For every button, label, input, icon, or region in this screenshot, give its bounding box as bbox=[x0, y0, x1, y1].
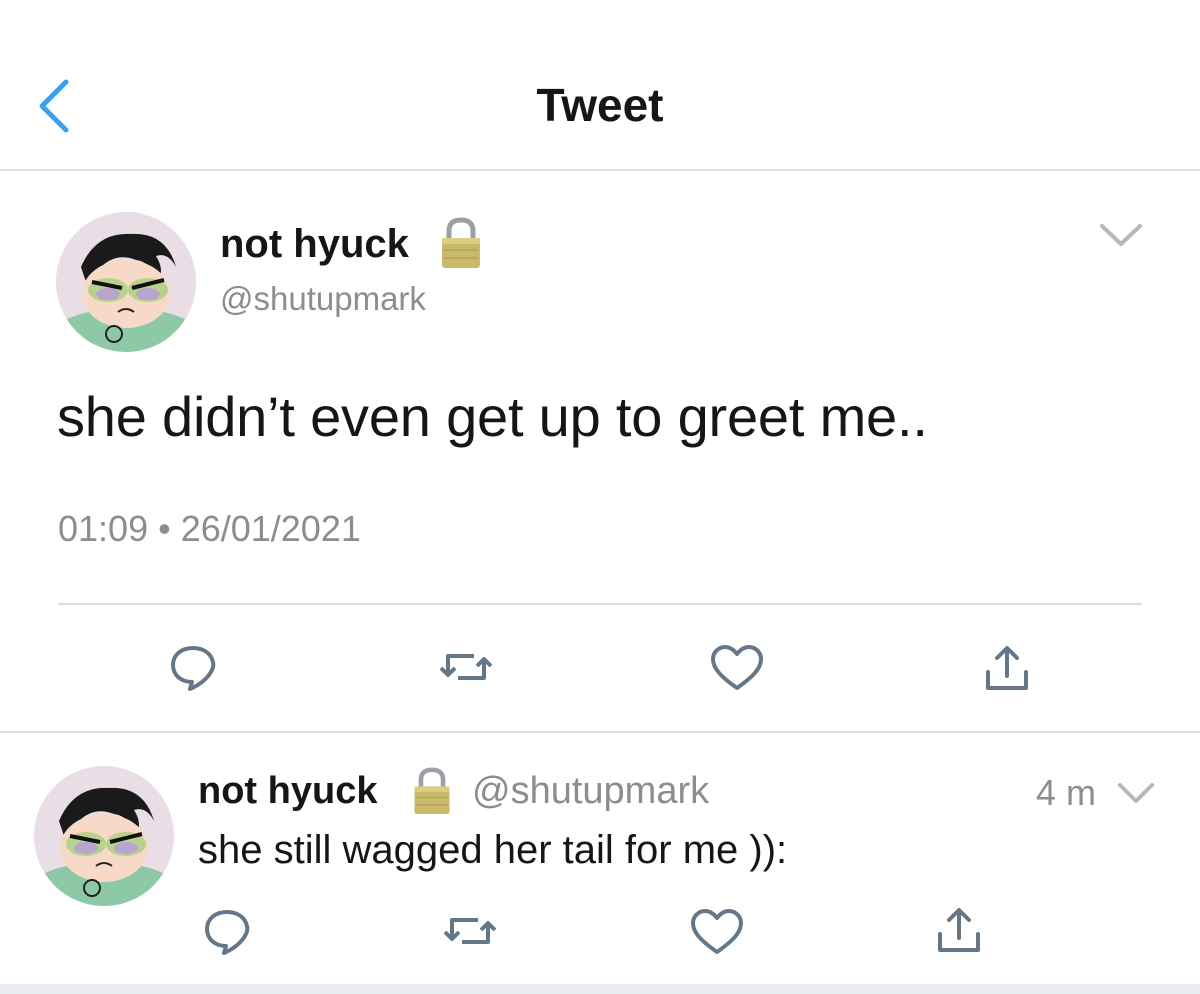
lock-icon bbox=[436, 216, 486, 270]
tweet-menu-button[interactable] bbox=[1116, 780, 1156, 806]
retweet-icon bbox=[443, 918, 497, 944]
tweet-timestamp[interactable]: 01:09 • 26/01/2021 bbox=[58, 508, 361, 550]
like-button[interactable] bbox=[710, 644, 764, 692]
like-icon bbox=[691, 909, 743, 954]
page-title: Tweet bbox=[536, 79, 664, 131]
tweet-text: she still wagged her tail for me )): bbox=[198, 828, 788, 872]
tweet-divider bbox=[58, 603, 1142, 605]
reply-icon bbox=[171, 646, 216, 691]
retweet-button[interactable] bbox=[438, 644, 494, 690]
tweet-text: she didn’t even get up to greet me.. bbox=[57, 385, 928, 448]
display-name[interactable]: not hyuck bbox=[198, 770, 377, 813]
display-name[interactable]: not hyuck bbox=[220, 222, 409, 267]
share-icon bbox=[986, 646, 1028, 690]
handle[interactable]: @shutupmark bbox=[220, 280, 426, 318]
handle[interactable]: @shutupmark bbox=[472, 770, 709, 813]
tweet-menu-button[interactable] bbox=[1098, 220, 1144, 250]
chevron-down-icon bbox=[1100, 224, 1142, 246]
share-button[interactable] bbox=[936, 906, 982, 954]
section-divider bbox=[0, 731, 1200, 733]
retweet-button[interactable] bbox=[442, 908, 498, 954]
share-button[interactable] bbox=[984, 644, 1030, 692]
lock-icon bbox=[409, 766, 455, 816]
tweet-time[interactable]: 4 m bbox=[1036, 772, 1096, 814]
avatar[interactable] bbox=[34, 766, 174, 906]
avatar[interactable] bbox=[56, 212, 196, 352]
reply-icon bbox=[205, 910, 250, 955]
share-icon bbox=[938, 908, 980, 952]
chevron-down-icon bbox=[1118, 783, 1154, 803]
retweet-icon bbox=[439, 654, 493, 680]
reply-button[interactable] bbox=[202, 906, 252, 956]
bottom-bar bbox=[0, 984, 1200, 994]
like-button[interactable] bbox=[690, 908, 744, 956]
like-icon bbox=[711, 645, 763, 690]
reply-button[interactable] bbox=[168, 642, 218, 692]
header-divider bbox=[0, 169, 1200, 171]
